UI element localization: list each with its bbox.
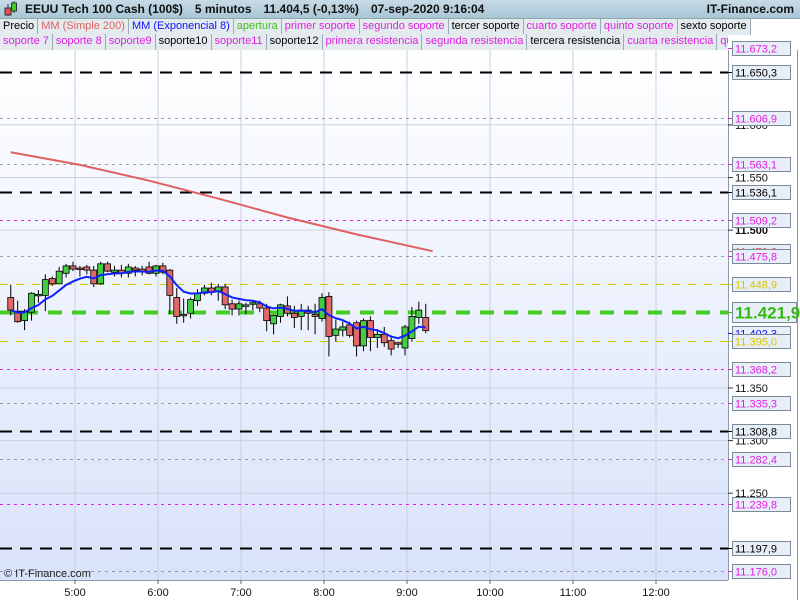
- level-label: 11.509,2: [735, 216, 777, 228]
- legend-item[interactable]: tercer soporte: [448, 19, 524, 35]
- candle-down: [387, 340, 395, 350]
- legend-item[interactable]: sexto soporte: [677, 19, 751, 35]
- level-label: 11.335,3: [735, 399, 777, 411]
- brand: IT-Finance.com: [706, 2, 794, 16]
- legend-item[interactable]: soporte10: [155, 34, 212, 50]
- legend-item[interactable]: Precio: [0, 19, 39, 35]
- level-label: 11.448,9: [735, 280, 777, 292]
- price-tick-label: 11.350: [735, 383, 768, 395]
- instrument-name: EEUU Tech 100 Cash (100$): [25, 2, 183, 16]
- candle-down: [131, 267, 139, 271]
- legend-item[interactable]: apertura: [233, 19, 282, 35]
- level-label: 11.197,9: [735, 544, 777, 556]
- level-label: 11.421,9: [735, 304, 800, 323]
- level-label: 11.368,2: [735, 365, 777, 377]
- legend-item[interactable]: MM (Exponencial 8): [128, 19, 234, 35]
- time-tick-label: 9:00: [396, 587, 417, 599]
- level-label: 11.395,0: [735, 337, 777, 349]
- candlestick-logo-icon: [3, 1, 19, 17]
- legend-item[interactable]: tercera resistencia: [527, 34, 625, 50]
- legend-item[interactable]: segundo soporte: [359, 19, 449, 35]
- candle-up: [35, 293, 42, 297]
- candle-up: [187, 299, 194, 314]
- legend-item[interactable]: soporte12: [266, 34, 323, 50]
- copyright: © IT-Finance.com: [4, 568, 91, 580]
- level-label: 11.475,8: [735, 252, 777, 264]
- timeframe: 5 minutos: [194, 2, 252, 16]
- candle-down: [290, 312, 298, 318]
- candle-up: [97, 263, 105, 285]
- datetime: 07-sep-2020 9:16:04: [370, 2, 485, 16]
- candle-up: [249, 302, 257, 305]
- level-label: 11.282,4: [735, 455, 777, 467]
- level-label: 11.536,1: [735, 188, 777, 200]
- level-label: 11.673,2: [735, 44, 777, 56]
- legend-item[interactable]: soporte 8: [52, 34, 106, 50]
- candle-down: [173, 297, 181, 317]
- candle-up: [62, 265, 70, 274]
- candle-down: [311, 313, 319, 317]
- legend-item[interactable]: cuarta resistencia: [624, 34, 718, 50]
- candle-up: [373, 333, 381, 338]
- candle-down: [104, 263, 111, 272]
- candle-up: [270, 314, 277, 325]
- legend-item[interactable]: cuarto soporte: [523, 19, 601, 35]
- candle-up: [180, 313, 188, 317]
- candle-up: [408, 316, 416, 339]
- candle-down: [394, 342, 402, 345]
- plot-area: [0, 50, 728, 580]
- candle-down: [7, 297, 15, 311]
- legend-item[interactable]: soporte9: [105, 34, 156, 50]
- candle-up: [242, 304, 250, 307]
- legend-item[interactable]: MM (Simple 200): [38, 19, 129, 35]
- time-tick-label: 6:00: [147, 587, 168, 599]
- price-chart[interactable]: 5:00 6:00 7:00 8:00 9:00 10:00 11:00 12:00 11.60…: [0, 0, 800, 600]
- candle-down: [422, 317, 430, 332]
- candle-down: [263, 307, 271, 322]
- candle-up: [111, 269, 118, 273]
- level-label: 11.308,8: [735, 427, 777, 439]
- legend-item[interactable]: quinto soporte: [600, 19, 678, 35]
- candle-up: [277, 304, 284, 317]
- legend-item[interactable]: primer soporte: [281, 19, 360, 35]
- legend-item[interactable]: primera resistencia: [322, 34, 423, 50]
- legend-item[interactable]: soporte11: [211, 34, 267, 50]
- time-tick-label: 11:00: [560, 587, 587, 599]
- level-label: 11.606,9: [735, 114, 777, 126]
- candle-down: [380, 333, 388, 344]
- candle-down: [346, 324, 354, 336]
- level-label: 11.176,0: [735, 567, 777, 579]
- level-label: 11.650,3: [735, 68, 777, 80]
- legend-row-1: Precio MM (Simple 200) MM (Exponencial 8) a…: [0, 19, 751, 35]
- candle-down: [48, 278, 56, 285]
- legend-item[interactable]: quinta: [717, 34, 728, 50]
- candle-up: [55, 270, 63, 285]
- candle-up: [41, 279, 49, 296]
- candle-down: [228, 303, 236, 310]
- title-bar: EEUU Tech 100 Cash (100$) 5 minutos 11.4…: [0, 0, 800, 19]
- current-price: 11.404,5 (-0,13%): [263, 2, 359, 16]
- candle-down: [69, 265, 77, 270]
- candle-up: [235, 303, 243, 310]
- time-tick-label: 5:00: [64, 587, 85, 599]
- price-tick-label: 11.550: [735, 173, 768, 185]
- time-tick-label: 10:00: [476, 587, 504, 599]
- time-tick-label: 12:00: [642, 587, 670, 599]
- time-tick-label: 8:00: [313, 587, 334, 599]
- candle-up: [339, 326, 347, 331]
- candle-up: [415, 309, 423, 318]
- legend-item[interactable]: segunda resistencia: [422, 34, 528, 50]
- legend-row-2: soporte 7 soporte 8 soporte9 soporte10 sopor…: [0, 34, 728, 50]
- candle-down: [83, 266, 91, 271]
- level-label: 11.563,1: [735, 160, 777, 172]
- time-tick-label: 7:00: [230, 587, 251, 599]
- candle-up: [360, 320, 367, 347]
- level-label: 11.239,8: [735, 500, 777, 512]
- legend-item[interactable]: soporte 7: [0, 34, 53, 50]
- candle-up: [332, 328, 340, 336]
- candle-down: [76, 267, 84, 270]
